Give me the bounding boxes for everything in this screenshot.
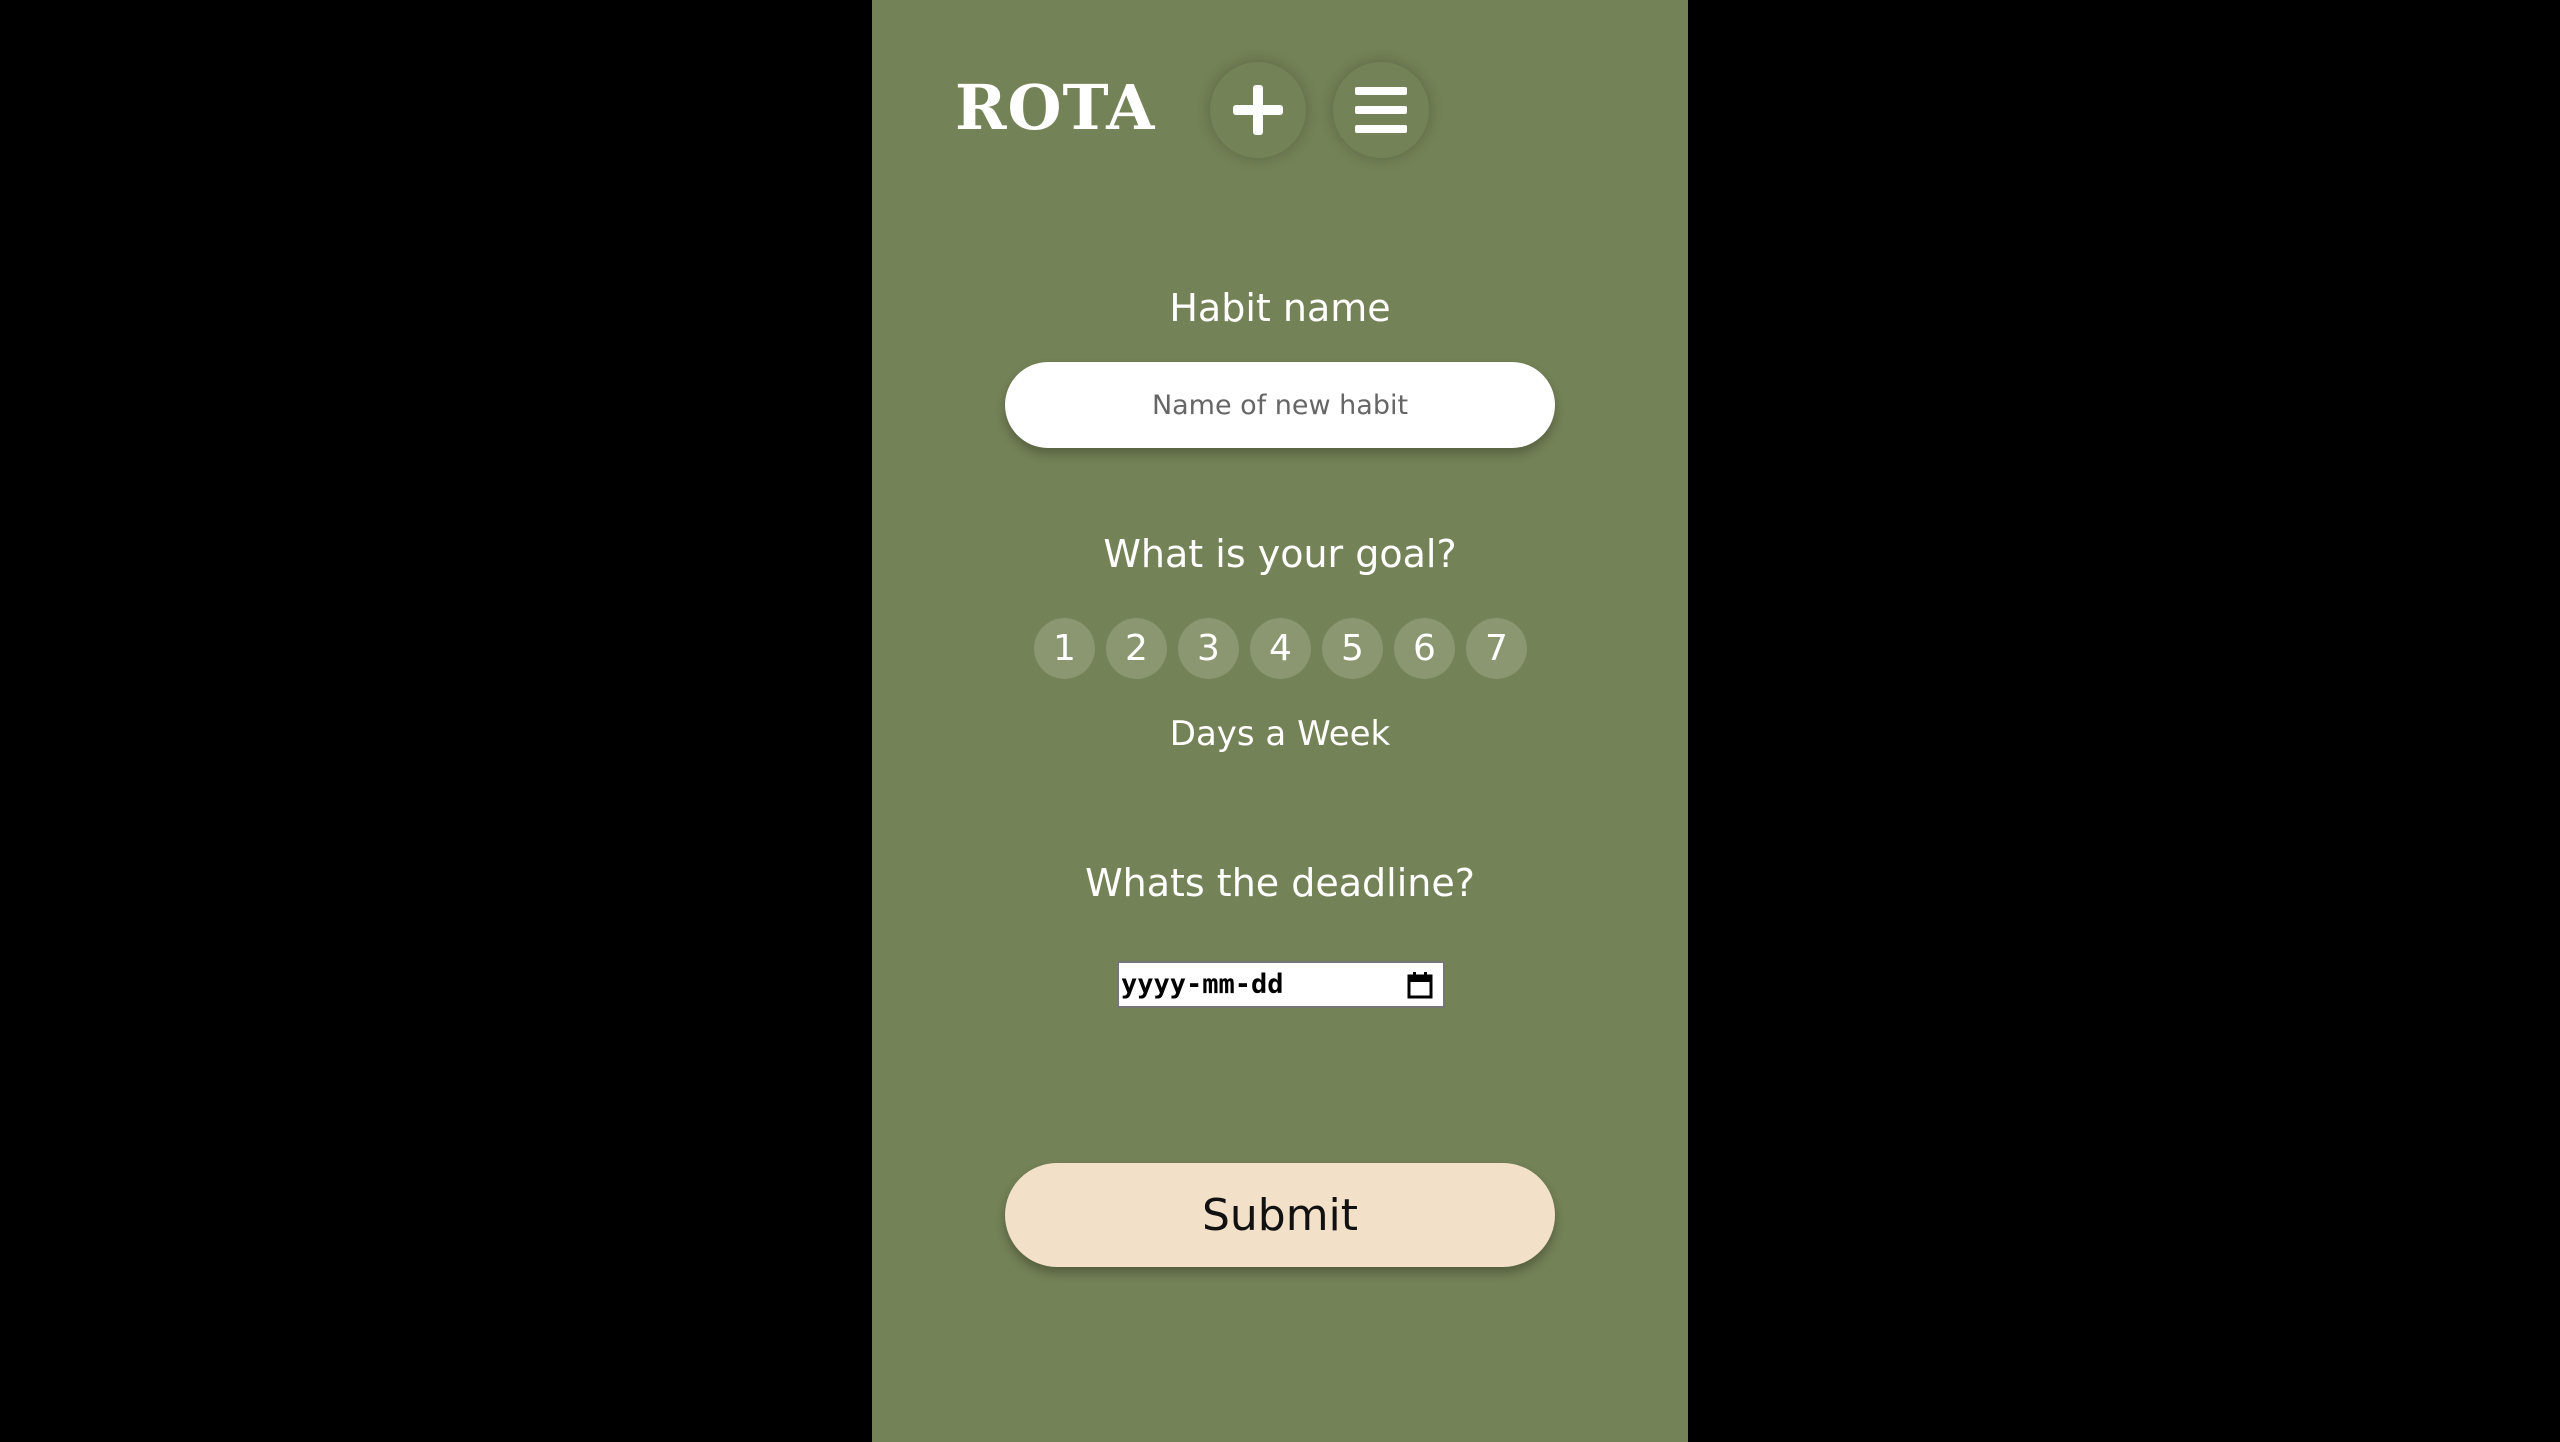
date-placeholder: yyyy-mm-dd [1121, 969, 1284, 1000]
deadline-date-input[interactable]: yyyy-mm-dd [1117, 961, 1445, 1008]
goal-day-option[interactable]: 2 [1106, 618, 1167, 679]
goal-label: What is your goal? [1103, 532, 1457, 576]
hamburger-menu-icon [1355, 87, 1407, 133]
goal-day-option[interactable]: 5 [1322, 618, 1383, 679]
goal-days-selector: 1 2 3 4 5 6 7 [1034, 618, 1527, 679]
goal-day-option[interactable]: 4 [1250, 618, 1311, 679]
habit-name-input[interactable] [1005, 362, 1555, 448]
menu-button[interactable] [1333, 62, 1429, 158]
deadline-label: Whats the deadline? [1085, 861, 1475, 905]
add-habit-button[interactable] [1210, 62, 1306, 158]
submit-button[interactable]: Submit [1005, 1163, 1555, 1267]
plus-icon [1233, 85, 1283, 135]
goal-day-option[interactable]: 6 [1394, 618, 1455, 679]
goal-day-option[interactable]: 7 [1466, 618, 1527, 679]
calendar-icon[interactable] [1407, 971, 1433, 999]
goal-day-option[interactable]: 3 [1178, 618, 1239, 679]
habit-name-label: Habit name [1169, 286, 1391, 330]
goal-unit-label: Days a Week [1169, 714, 1391, 754]
app-logo: ROTA [955, 71, 1156, 144]
goal-day-option[interactable]: 1 [1034, 618, 1095, 679]
app-viewport: ROTA Habit name What is your goal? 1 2 3… [872, 0, 1688, 1442]
